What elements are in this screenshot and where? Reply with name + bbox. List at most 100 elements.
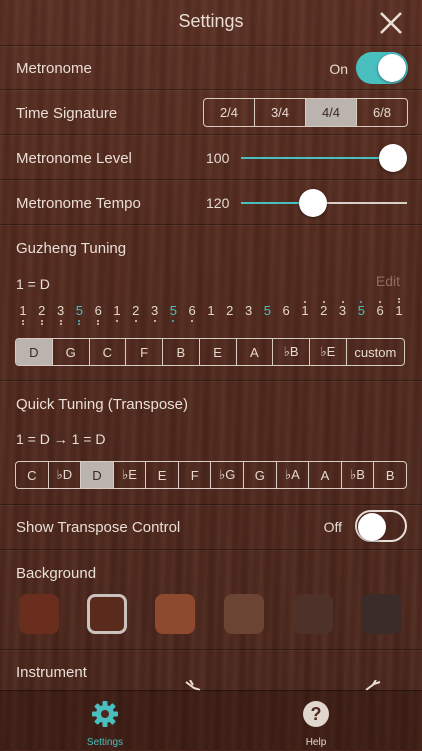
key-option-a[interactable]: A bbox=[235, 339, 273, 365]
edit-button[interactable]: Edit bbox=[376, 273, 400, 289]
octave-dot bbox=[303, 301, 306, 303]
tuning-note-digit: 1 bbox=[395, 303, 403, 318]
background-section: Background bbox=[0, 549, 422, 650]
time-signature-row: Time Signature 2/4 3/4 4/4 6/8 bbox=[0, 89, 422, 135]
slider-track bbox=[313, 202, 407, 204]
key-option-g[interactable]: G bbox=[51, 339, 89, 365]
octave-dot bbox=[153, 320, 156, 322]
key-option-flat-d[interactable]: ♭D bbox=[47, 462, 81, 488]
octave-dot bbox=[59, 323, 62, 325]
tuning-note: 2 bbox=[223, 303, 237, 325]
tuning-note: 1 bbox=[16, 303, 30, 325]
toggle-knob bbox=[378, 54, 406, 82]
svg-text:?: ? bbox=[311, 704, 322, 724]
key-option-g[interactable]: G bbox=[243, 462, 276, 488]
key-option-b[interactable]: B bbox=[162, 339, 199, 365]
metronome-level-label: Metronome Level bbox=[16, 150, 132, 167]
octave-dot bbox=[78, 320, 81, 322]
tuning-note-digit: 5 bbox=[75, 303, 83, 318]
metronome-tempo-slider[interactable] bbox=[241, 189, 407, 217]
tuning-note: 3 bbox=[148, 303, 162, 325]
tuning-note-digit: 6 bbox=[188, 303, 196, 318]
tuning-note-digit: 6 bbox=[94, 303, 102, 318]
background-label: Background bbox=[16, 565, 97, 582]
help-icon: ? bbox=[303, 701, 329, 727]
key-option-a[interactable]: A bbox=[308, 462, 341, 488]
tuning-note: 6 bbox=[373, 301, 387, 325]
slider-thumb[interactable] bbox=[299, 189, 327, 217]
background-swatch[interactable] bbox=[19, 594, 59, 634]
octave-dot bbox=[397, 301, 400, 303]
key-option-f[interactable]: F bbox=[177, 462, 211, 488]
guzheng-tuning-key: 1 = D bbox=[16, 276, 50, 292]
metronome-toggle[interactable] bbox=[356, 52, 408, 84]
time-signature-option-selected[interactable]: 4/4 bbox=[305, 99, 356, 126]
key-option-d[interactable]: D bbox=[80, 462, 113, 488]
guzheng-tuning-label: Guzheng Tuning bbox=[16, 240, 127, 257]
octave-dot bbox=[22, 323, 24, 325]
tuning-note-digit: 1 bbox=[301, 303, 309, 318]
key-option-flat-e[interactable]: ♭E bbox=[112, 462, 146, 488]
tuning-note-digit: 5 bbox=[263, 303, 271, 318]
tuning-note: 2 bbox=[317, 301, 331, 325]
metronome-tempo-value: 120 bbox=[206, 195, 230, 211]
tab-help[interactable]: ? Help bbox=[276, 699, 356, 748]
header: Settings bbox=[0, 0, 422, 45]
octave-dot bbox=[59, 320, 62, 322]
key-option-flat-b[interactable]: ♭B bbox=[340, 462, 374, 488]
slider-thumb[interactable] bbox=[379, 144, 407, 172]
metronome-level-slider[interactable] bbox=[241, 144, 407, 172]
octave-dot bbox=[97, 320, 100, 322]
octave-dot bbox=[341, 301, 344, 303]
octave-dot bbox=[397, 298, 400, 300]
key-option-d[interactable]: D bbox=[16, 339, 52, 365]
instrument-section: Instrument bbox=[0, 649, 422, 691]
tuning-note: 1 bbox=[392, 298, 406, 325]
transpose-control-toggle[interactable] bbox=[355, 510, 407, 542]
background-swatch[interactable] bbox=[155, 594, 195, 634]
time-signature-option[interactable]: 2/4 bbox=[204, 99, 254, 126]
octave-dot bbox=[97, 323, 100, 325]
slider-fill bbox=[241, 157, 393, 159]
tuning-note-digit: 3 bbox=[150, 303, 159, 318]
background-swatch[interactable] bbox=[361, 594, 401, 634]
background-swatch[interactable] bbox=[87, 594, 127, 634]
tuning-note: 6 bbox=[279, 303, 293, 325]
background-swatch[interactable] bbox=[293, 594, 333, 634]
quick-tuning-label: Quick Tuning (Transpose) bbox=[16, 396, 189, 413]
transpose-control-label: Show Transpose Control bbox=[16, 519, 181, 536]
key-option-e[interactable]: E bbox=[198, 339, 236, 365]
key-option-c[interactable]: C bbox=[16, 462, 48, 488]
key-option-flat-b[interactable]: ♭B bbox=[272, 339, 309, 365]
close-icon[interactable] bbox=[378, 10, 404, 36]
key-option-flat-g[interactable]: ♭G bbox=[210, 462, 243, 488]
time-signature-label: Time Signature bbox=[16, 105, 118, 122]
key-option-custom[interactable]: custom bbox=[345, 339, 404, 365]
transpose-key-selector: C ♭D D ♭E E F ♭G G ♭A A ♭B B bbox=[15, 461, 407, 489]
key-option-flat-e[interactable]: ♭E bbox=[309, 339, 346, 365]
instrument-label: Instrument bbox=[16, 664, 87, 681]
key-option-c[interactable]: C bbox=[88, 339, 126, 365]
metronome-tempo-row: Metronome Tempo 120 bbox=[0, 179, 422, 225]
key-option-flat-a[interactable]: ♭A bbox=[275, 462, 309, 488]
key-option-e[interactable]: E bbox=[145, 462, 178, 488]
tuning-note: 1 bbox=[204, 303, 218, 325]
transpose-control-state: Off bbox=[323, 519, 342, 535]
key-option-f[interactable]: F bbox=[125, 339, 162, 365]
tuning-note: 1 bbox=[110, 303, 124, 325]
time-signature-option[interactable]: 3/4 bbox=[254, 99, 305, 126]
key-option-b[interactable]: B bbox=[373, 462, 406, 488]
background-swatch[interactable] bbox=[224, 594, 264, 634]
gear-icon bbox=[92, 701, 118, 727]
metronome-tempo-label: Metronome Tempo bbox=[16, 195, 141, 212]
tab-settings[interactable]: Settings bbox=[65, 699, 145, 748]
octave-dot bbox=[22, 320, 24, 322]
tuning-note-digit: 2 bbox=[38, 303, 46, 318]
time-signature-option[interactable]: 6/8 bbox=[356, 99, 407, 126]
octave-dot bbox=[40, 323, 43, 325]
tab-help-label: Help bbox=[305, 737, 327, 748]
octave-dot bbox=[40, 320, 43, 322]
octave-dot bbox=[191, 320, 194, 322]
tuning-note-digit: 5 bbox=[169, 303, 177, 318]
tab-bar: Settings ? Help bbox=[0, 690, 422, 751]
